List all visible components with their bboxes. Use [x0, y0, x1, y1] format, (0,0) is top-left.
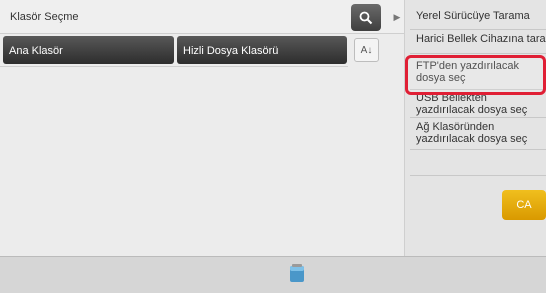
title-bar: Klasör Seçme	[0, 0, 404, 33]
menu-item-local-drive-scan[interactable]: Yerel Sürücüye Tarama	[410, 0, 546, 30]
sort-button[interactable]: A↓	[354, 38, 379, 62]
search-button[interactable]	[351, 4, 381, 31]
folder-button-quick[interactable]: Hizli Dosya Klasörü	[177, 36, 347, 64]
folder-button-main[interactable]: Ana Klasör	[3, 36, 174, 64]
menu-item-external-memory-scan[interactable]: Harici Bellek Cihazına tara	[410, 30, 546, 54]
menu-item-usb-print[interactable]: USB Bellekten yazdırılacak dosya seç	[410, 90, 546, 118]
ca-button[interactable]: CA	[502, 190, 546, 220]
storage-icon[interactable]	[289, 263, 305, 283]
menu-item-ftp-print[interactable]: FTP'den yazdırılacak dosya seç	[410, 54, 546, 90]
side-menu-toggle-icon[interactable]: ▶	[390, 8, 404, 26]
page-title: Klasör Seçme	[10, 11, 79, 23]
search-icon	[359, 11, 373, 24]
bottom-bar	[0, 256, 546, 293]
menu-item-empty	[410, 150, 546, 176]
divider	[0, 66, 348, 67]
menu-item-network-folder-print[interactable]: Ağ Klasöründen yazdırılacak dosya seç	[410, 118, 546, 150]
